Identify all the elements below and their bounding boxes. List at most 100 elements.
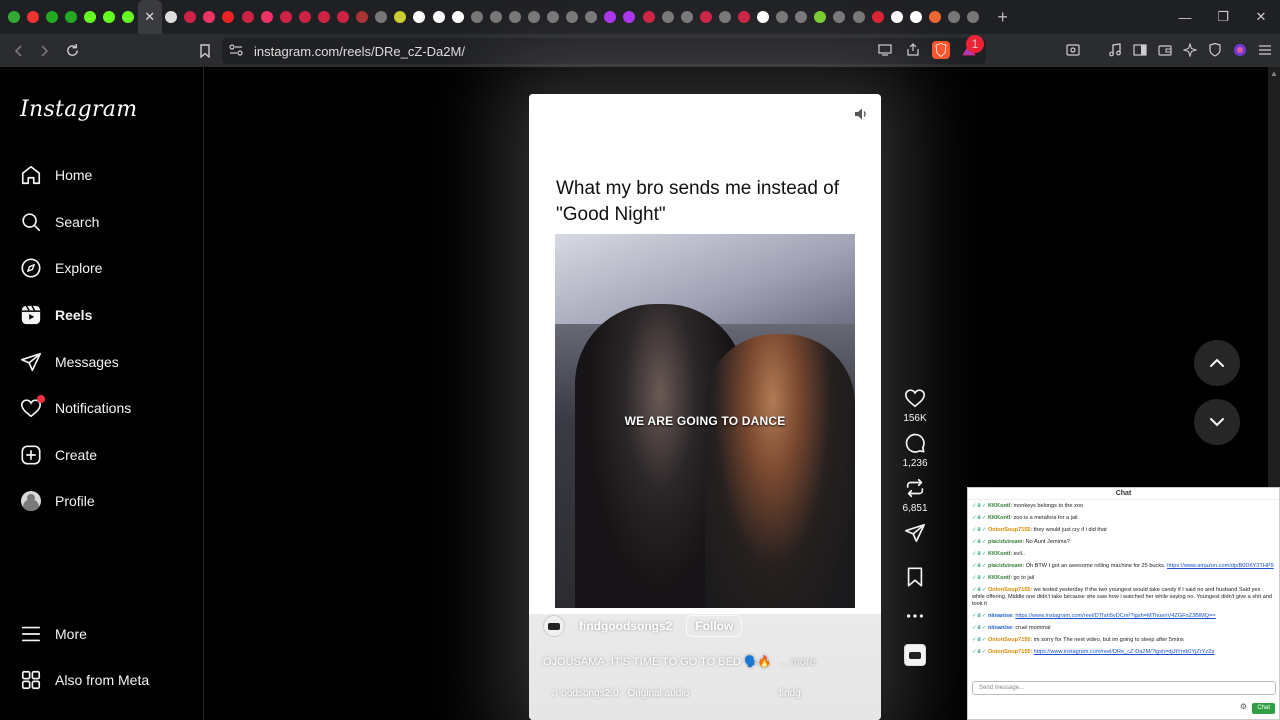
menu-hamburger-icon[interactable] xyxy=(1256,39,1274,61)
active-tab[interactable]: ✕ xyxy=(137,0,162,34)
address-bar[interactable]: instagram.com/reels/DRe_cZ-Da2M/ 1 xyxy=(222,35,986,64)
forward-icon[interactable] xyxy=(31,37,56,65)
author-avatar[interactable] xyxy=(543,615,565,637)
scroll-up-arrow-icon[interactable]: ▲ xyxy=(1270,69,1278,78)
browser-tab[interactable] xyxy=(906,0,925,34)
browser-tab[interactable] xyxy=(4,0,23,34)
reload-icon[interactable] xyxy=(60,37,85,65)
instagram-logo[interactable]: Instagram xyxy=(20,97,137,122)
browser-tab[interactable] xyxy=(925,0,944,34)
close-window-icon[interactable]: ✕ xyxy=(1242,0,1280,34)
browser-tab[interactable] xyxy=(448,0,467,34)
url-text[interactable]: instagram.com/reels/DRe_cZ-Da2M/ xyxy=(254,44,465,59)
minimize-icon[interactable]: — xyxy=(1166,0,1204,34)
browser-tab[interactable] xyxy=(544,0,563,34)
browser-tab[interactable] xyxy=(734,0,753,34)
sidebar-item-more[interactable]: More xyxy=(8,611,196,657)
like-action[interactable]: 156K xyxy=(895,387,935,424)
browser-tab[interactable] xyxy=(99,0,118,34)
browser-tab[interactable] xyxy=(811,0,830,34)
sidebar-item-reels[interactable]: Reels xyxy=(8,292,196,338)
browser-tab[interactable] xyxy=(486,0,505,34)
sidebar-item-search[interactable]: Search xyxy=(8,199,196,245)
chat-username[interactable]: niinanise xyxy=(988,613,1012,619)
browser-tab[interactable] xyxy=(964,0,983,34)
browser-tab[interactable] xyxy=(23,0,42,34)
chat-username[interactable]: niinanise xyxy=(988,625,1012,631)
browser-tab[interactable] xyxy=(830,0,849,34)
sidebar-item-messages[interactable]: Messages xyxy=(8,339,196,385)
author-username[interactable]: findgoodsongs2 xyxy=(579,619,672,633)
browser-tab[interactable] xyxy=(524,0,543,34)
browser-tab[interactable] xyxy=(601,0,620,34)
repost-action[interactable]: 6,851 xyxy=(895,477,935,514)
browser-tab[interactable] xyxy=(868,0,887,34)
browser-tab[interactable] xyxy=(677,0,696,34)
browser-tab[interactable] xyxy=(639,0,658,34)
browser-tab[interactable] xyxy=(80,0,99,34)
media-music-icon[interactable] xyxy=(1106,39,1124,61)
cast-icon[interactable] xyxy=(876,41,894,59)
browser-tab[interactable] xyxy=(467,0,486,34)
sidebar-item-create[interactable]: Create xyxy=(8,432,196,478)
sidebar-item-also-from-meta[interactable]: Also from Meta xyxy=(8,657,196,703)
chat-username[interactable]: placidstream xyxy=(988,563,1023,569)
next-reel-button[interactable] xyxy=(1194,399,1240,445)
maximize-icon[interactable]: ❐ xyxy=(1204,0,1242,34)
share-action[interactable] xyxy=(895,522,935,544)
share-icon[interactable] xyxy=(904,41,922,59)
browser-tab[interactable] xyxy=(181,0,200,34)
browser-tab[interactable] xyxy=(219,0,238,34)
chat-input[interactable]: Send message... xyxy=(972,681,1276,695)
browser-tab[interactable] xyxy=(715,0,734,34)
browser-tab[interactable] xyxy=(696,0,715,34)
browser-tab[interactable] xyxy=(773,0,792,34)
sidebar-item-notifications[interactable]: Notifications xyxy=(8,385,196,431)
gear-icon[interactable]: ⚙ xyxy=(1240,702,1247,711)
browser-tab[interactable] xyxy=(849,0,868,34)
browser-tab[interactable] xyxy=(887,0,906,34)
reel-video-frame[interactable]: WE ARE GOING TO DANCE xyxy=(555,234,855,608)
save-action[interactable] xyxy=(895,566,935,588)
browser-tab[interactable] xyxy=(353,0,372,34)
vpn-shield-icon[interactable] xyxy=(1206,39,1224,61)
browser-tab[interactable] xyxy=(238,0,257,34)
browser-tab[interactable] xyxy=(42,0,61,34)
browser-tab[interactable] xyxy=(314,0,333,34)
volume-icon[interactable] xyxy=(853,106,869,122)
browser-tab[interactable] xyxy=(119,0,138,34)
browser-tab[interactable] xyxy=(505,0,524,34)
browser-tab[interactable] xyxy=(257,0,276,34)
browser-tab[interactable] xyxy=(334,0,353,34)
reel-audio[interactable]: ♫ oodsongs2.0 · Original audio xyxy=(551,688,689,699)
browser-tab[interactable] xyxy=(792,0,811,34)
browser-tab[interactable] xyxy=(295,0,314,34)
browser-tab[interactable] xyxy=(391,0,410,34)
more-link[interactable]: ... more xyxy=(778,656,815,668)
brave-shields-icon[interactable] xyxy=(932,41,950,59)
wallet-icon[interactable] xyxy=(1156,39,1174,61)
audio-thumbnail[interactable] xyxy=(895,644,935,666)
previous-reel-button[interactable] xyxy=(1194,340,1240,386)
chat-username[interactable]: KKKontl xyxy=(988,515,1010,521)
chat-username[interactable]: KKKontl xyxy=(988,503,1010,509)
sidebar-item-home[interactable]: Home xyxy=(8,152,196,198)
sidebar-item-profile[interactable]: Profile xyxy=(8,478,196,524)
chat-username[interactable]: OnionSoup7155 xyxy=(988,587,1031,593)
back-icon[interactable] xyxy=(6,37,31,65)
reel-player[interactable]: What my bro sends me instead of "Good Ni… xyxy=(529,94,881,720)
chat-username[interactable]: OnionSoup7155 xyxy=(988,649,1031,655)
browser-tab[interactable] xyxy=(658,0,677,34)
browser-tab[interactable] xyxy=(372,0,391,34)
browser-tab[interactable] xyxy=(563,0,582,34)
chat-username[interactable]: placidstream xyxy=(988,539,1023,545)
browser-tab[interactable] xyxy=(200,0,219,34)
close-tab-icon[interactable]: ✕ xyxy=(144,10,155,23)
browser-tab[interactable] xyxy=(620,0,639,34)
browser-tab[interactable] xyxy=(582,0,601,34)
follow-button[interactable]: Follow xyxy=(686,615,743,637)
brave-rewards-icon[interactable]: 1 xyxy=(960,35,984,59)
site-settings-icon[interactable] xyxy=(222,43,250,59)
screenshot-icon[interactable] xyxy=(1064,39,1082,61)
browser-tab[interactable] xyxy=(276,0,295,34)
